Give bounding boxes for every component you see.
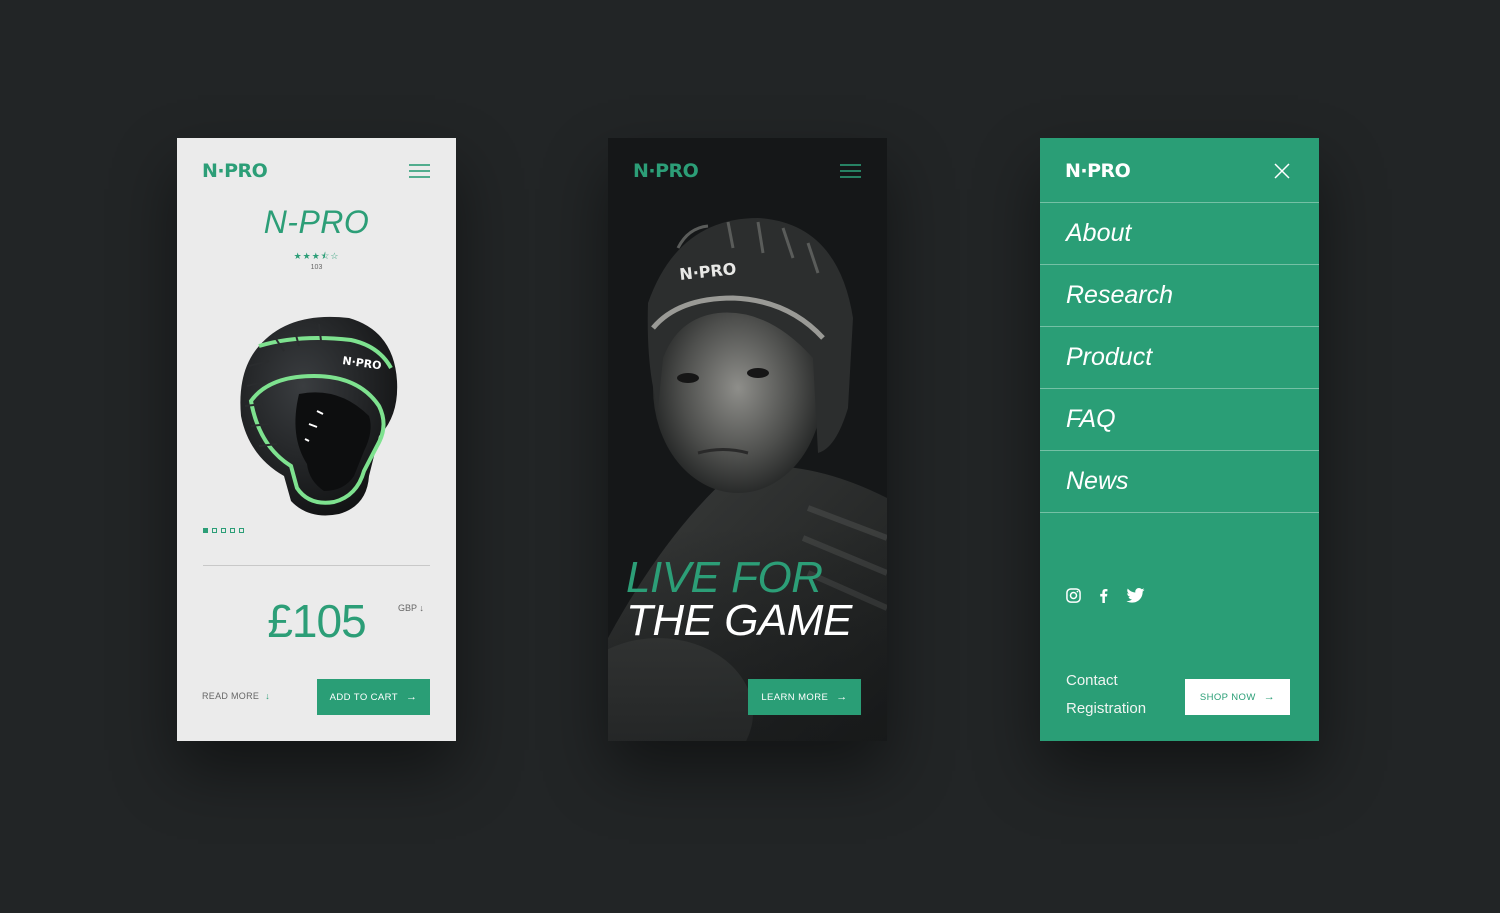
- arrow-right-icon: →: [405, 691, 418, 703]
- carousel-dot[interactable]: [221, 528, 226, 533]
- hero-screen: N·PRO N·PRO LIVE FOR THE GAME LEARN MORE…: [608, 138, 887, 741]
- menu-item-research[interactable]: Research: [1040, 265, 1319, 327]
- product-screen: N·PRO N-PRO ★★★⯪☆ 103 N·PRO £105 GBP ↓ R…: [177, 138, 456, 741]
- carousel-dot[interactable]: [230, 528, 235, 533]
- player-photo: N·PRO: [608, 208, 887, 741]
- helmet-image: N·PRO: [240, 316, 398, 516]
- carousel-dot[interactable]: [239, 528, 244, 533]
- menu-item-product[interactable]: Product: [1040, 327, 1319, 389]
- contact-link[interactable]: Contact: [1066, 672, 1118, 689]
- headline-line-1: LIVE FOR: [626, 553, 823, 602]
- instagram-icon[interactable]: [1066, 588, 1081, 603]
- facebook-icon[interactable]: [1099, 588, 1108, 603]
- shop-now-label: SHOP NOW: [1199, 691, 1256, 703]
- logo[interactable]: N·PRO: [202, 160, 268, 182]
- nav-menu: About Research Product FAQ News: [1040, 202, 1319, 513]
- shop-now-button[interactable]: SHOP NOW →: [1185, 679, 1290, 715]
- arrow-right-icon: →: [1263, 691, 1276, 703]
- add-to-cart-button[interactable]: ADD TO CART →: [317, 679, 430, 715]
- menu-screen: N·PRO About Research Product FAQ News Co…: [1040, 138, 1319, 741]
- carousel-dot[interactable]: [203, 528, 208, 533]
- menu-item-faq[interactable]: FAQ: [1040, 389, 1319, 451]
- product-title: N-PRO: [263, 204, 370, 240]
- hamburger-icon[interactable]: [409, 163, 430, 179]
- add-to-cart-label: ADD TO CART: [329, 691, 398, 703]
- logo[interactable]: N·PRO: [633, 160, 699, 182]
- arrow-down-icon: ↓: [265, 691, 271, 701]
- carousel-dots: [203, 528, 244, 533]
- read-more-label: READ MORE: [202, 691, 260, 701]
- star-rating: ★★★⯪☆: [293, 251, 340, 261]
- close-icon[interactable]: [1273, 162, 1291, 180]
- registration-link[interactable]: Registration: [1066, 700, 1146, 717]
- carousel-dot[interactable]: [212, 528, 217, 533]
- headline-line-2: THE GAME: [626, 596, 852, 645]
- review-count[interactable]: 103: [177, 264, 456, 271]
- social-links: [1066, 588, 1145, 603]
- currency-selector[interactable]: GBP ↓: [398, 603, 424, 613]
- twitter-icon[interactable]: [1126, 588, 1145, 603]
- arrow-right-icon: →: [836, 691, 848, 703]
- divider: [203, 565, 430, 566]
- menu-item-about[interactable]: About: [1040, 203, 1319, 265]
- learn-more-button[interactable]: LEARN MORE →: [748, 679, 861, 715]
- read-more-link[interactable]: READ MORE ↓: [202, 691, 270, 701]
- menu-item-news[interactable]: News: [1040, 451, 1319, 513]
- logo[interactable]: N·PRO: [1065, 160, 1131, 182]
- learn-more-label: LEARN MORE: [761, 691, 829, 703]
- hamburger-icon[interactable]: [840, 163, 861, 179]
